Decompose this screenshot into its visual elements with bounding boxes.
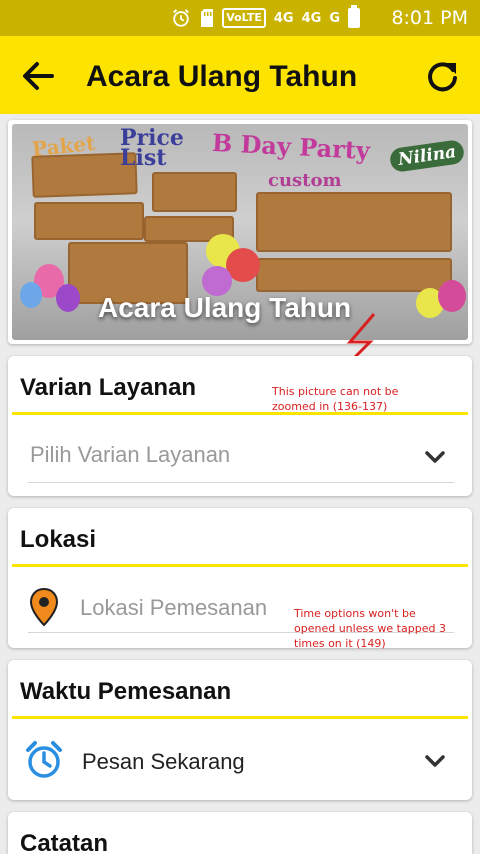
status-time: 8:01 PM <box>391 7 468 29</box>
varian-layanan-select[interactable]: Pilih Varian Layanan <box>30 442 230 468</box>
status-bar: VoLTE 4G 4G G 8:01 PM <box>0 0 480 36</box>
banner-card: Paket Price List B Day Party custom Nili… <box>8 120 472 344</box>
waktu-pemesanan-card: Waktu Pemesanan Pesan Sekarang <box>8 660 472 800</box>
4g-signal-icon: 4G <box>273 10 294 26</box>
waktu-pemesanan-label: Waktu Pemesanan <box>20 678 232 705</box>
lokasi-input[interactable]: Lokasi Pemesanan <box>80 595 267 621</box>
section-divider <box>12 564 468 567</box>
banner-text-price-list: Price List <box>120 125 184 171</box>
banner-text-bday: B Day Party <box>211 127 371 166</box>
section-divider <box>12 716 468 719</box>
g-no-signal-icon: G <box>329 10 340 26</box>
select-underline <box>28 482 454 483</box>
refresh-icon[interactable] <box>422 56 462 96</box>
status-icons: VoLTE 4G 4G G <box>170 5 360 29</box>
catatan-card: Catatan <box>8 812 472 854</box>
annotation-zoom-note: This picture can not be zoomed in (136-1… <box>272 385 399 413</box>
chevron-down-icon[interactable] <box>424 450 446 464</box>
page-title: Acara Ulang Tahun <box>86 60 358 93</box>
alarm-clock-icon <box>26 741 62 778</box>
arrow-left-icon[interactable] <box>18 56 58 96</box>
annotation-time-note: Time options won't be opened unless we t… <box>294 607 446 650</box>
chevron-down-icon[interactable] <box>424 754 446 768</box>
banner-caption: Acara Ulang Tahun <box>98 292 352 323</box>
varian-layanan-label: Varian Layanan <box>20 374 197 401</box>
lokasi-label: Lokasi <box>20 526 97 553</box>
banner-image[interactable]: Paket Price List B Day Party custom Nili… <box>12 124 468 340</box>
banner-text-custom: custom <box>268 170 342 191</box>
catatan-label: Catatan <box>20 830 109 854</box>
sd-card-icon <box>201 9 214 27</box>
waktu-select[interactable]: Pesan Sekarang <box>82 749 245 775</box>
volte-icon: VoLTE <box>222 8 266 28</box>
location-pin-icon <box>30 588 58 626</box>
app-bar: Acara Ulang Tahun <box>0 36 480 114</box>
4g-signal-icon-2: 4G <box>301 10 322 26</box>
banner-text-brand: Nilina <box>388 138 466 174</box>
battery-icon <box>348 5 360 28</box>
alarm-icon <box>173 9 190 27</box>
varian-layanan-card: Varian Layanan Pilih Varian Layanan <box>8 356 472 496</box>
